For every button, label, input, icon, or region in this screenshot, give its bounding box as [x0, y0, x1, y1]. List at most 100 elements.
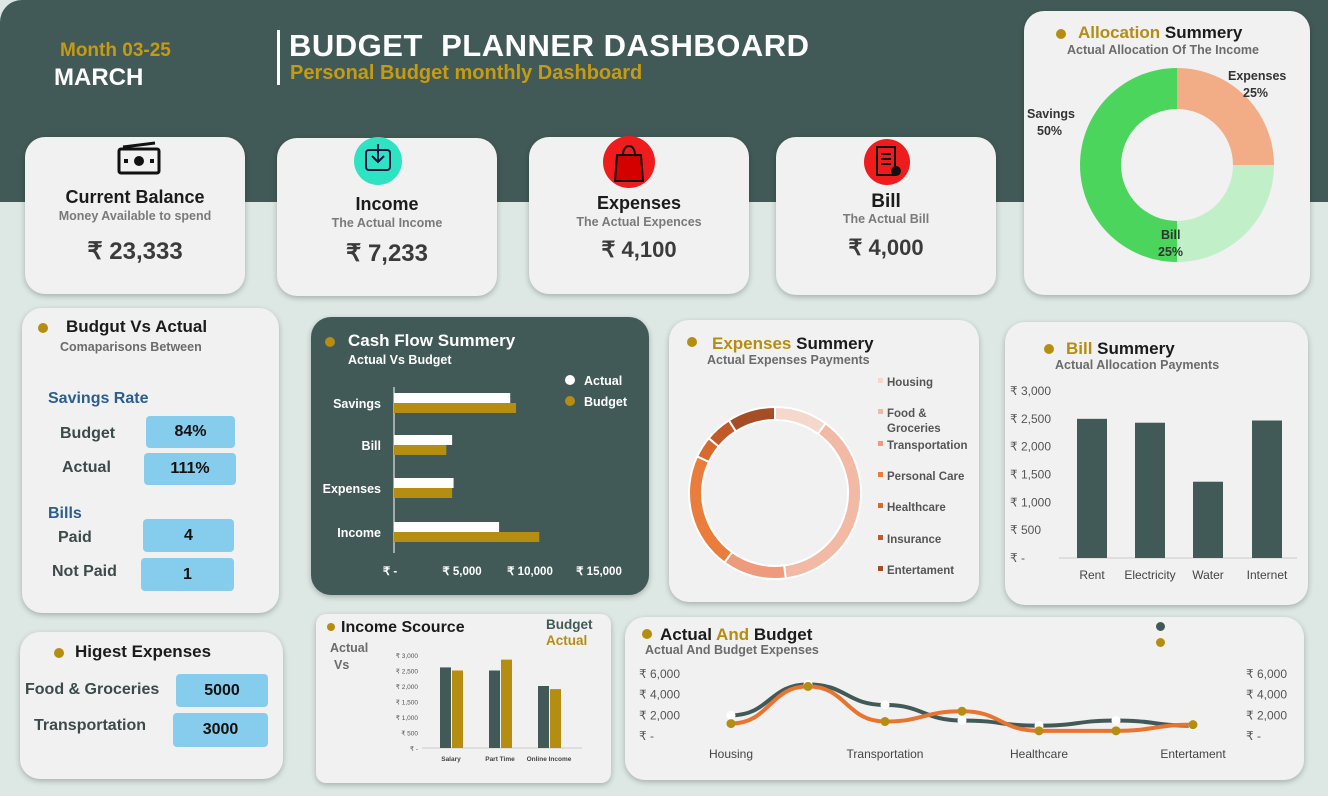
bill-bar-chart: ₹ 3,000 ₹ 2,500 ₹ 2,000 ₹ 1,500 ₹ 1,000 ₹ 500…	[1010, 384, 1297, 582]
x-tick-label: Salary	[441, 756, 461, 763]
kpi-title: Current Balance	[65, 187, 205, 207]
paid-label: Paid	[58, 529, 92, 546]
kpi-subtitle: Money Available to spend	[58, 209, 212, 223]
income-source-bar-chart: ₹ 3,000 ₹ 2,500 ₹ 2,000 ₹ 1,500 ₹ 1,000 ₹ 500…	[396, 652, 582, 763]
y-tick-label: ₹ 2,500	[1010, 412, 1051, 426]
legend-swatch	[878, 535, 883, 540]
kpi-subtitle: The Actual Income	[331, 216, 443, 230]
legend-label: Food &	[887, 408, 927, 420]
bar-actual	[394, 393, 511, 403]
alloc-bill-pct: 25%	[1158, 245, 1184, 259]
y-tick-label-left: ₹ 2,000	[639, 708, 680, 722]
bullet-dot	[54, 648, 64, 658]
income-download-icon	[354, 137, 402, 185]
not-paid-label: Not Paid	[52, 563, 117, 580]
legend-budget-swatch	[565, 396, 575, 406]
bva-subtitle: Comaparisons Between	[60, 340, 202, 354]
kpi-title: Income	[355, 194, 419, 214]
bar	[1252, 420, 1282, 558]
y-tick-label: ₹ 1,000	[1010, 495, 1051, 509]
series-point-2	[957, 706, 967, 716]
bar-budget	[394, 488, 453, 498]
donut-slice-housing	[774, 405, 827, 436]
category-label: Bill	[362, 439, 381, 453]
bar-actual	[394, 478, 454, 488]
bills-label: Bills	[48, 505, 82, 522]
bar-budget	[394, 403, 517, 413]
month-name: MARCH	[54, 64, 144, 91]
kpi-subtitle: The Actual Bill	[842, 212, 930, 226]
x-tick-label: Part Time	[485, 756, 515, 763]
series-point-1	[880, 700, 890, 710]
series-point-2	[880, 717, 890, 727]
legend-label: Transportation	[887, 440, 968, 452]
y-tick-label-left: ₹ -	[639, 729, 654, 743]
y-tick-label-right: ₹ 4,000	[1246, 688, 1287, 702]
actual-label: Actual	[62, 459, 111, 476]
y-tick-label-right: ₹ -	[1246, 729, 1261, 743]
donut-slice-personal-care	[688, 455, 734, 564]
y-tick-label: ₹ 2,000	[396, 683, 419, 691]
alloc-savings-label: Savings	[1027, 107, 1075, 121]
y-tick-label-left: ₹ 4,000	[639, 688, 680, 702]
alloc-expenses-label: Expenses	[1228, 69, 1287, 83]
actual-and-budget-card: Actual And Budget Actual And Budget Expe…	[625, 617, 1304, 780]
budget-savings-rate-value: 84%	[146, 416, 235, 448]
bar-actual	[489, 670, 500, 748]
month-code: Month 03-25	[60, 40, 171, 61]
y-tick-label: ₹ 3,000	[1010, 384, 1051, 398]
y-tick-label: ₹ 1,500	[396, 699, 419, 707]
highest-item-label: Food & Groceries	[25, 681, 160, 698]
bar-actual	[538, 686, 549, 748]
budget-label: Budget	[60, 425, 116, 442]
dashboard-title: BUDGET PLANNER DASHBOARD	[289, 28, 810, 63]
bullet-dot	[38, 323, 48, 333]
kpi-card-bill: Bill The Actual Bill ₹ 4,000	[776, 137, 996, 295]
bar-budget	[452, 670, 463, 748]
donut-slice-bill	[1177, 165, 1274, 262]
kpi-card-expenses: Expenses The Actual Expences ₹ 4,100	[529, 136, 749, 294]
y-tick-label: ₹ -	[1010, 551, 1025, 565]
legend-swatch	[878, 441, 883, 446]
kpi-card-income: Income The Actual Income ₹ 7,233	[277, 137, 497, 296]
series-point-2	[1034, 726, 1044, 736]
legend-budget-label: Budget	[584, 395, 628, 409]
x-tick-label: Online Income	[527, 756, 572, 763]
y-tick-label: ₹ 2,500	[396, 668, 419, 676]
legend-swatch	[878, 503, 883, 508]
cash-icon	[117, 141, 161, 175]
donut-slice-transportation	[723, 550, 787, 580]
legend-label: Housing	[887, 377, 933, 389]
y-tick-label: ₹ 1,500	[1010, 468, 1051, 482]
legend-label: Healthcare	[887, 502, 946, 514]
category-label: Income	[337, 526, 381, 540]
legend-actual-label: Actual	[584, 374, 622, 388]
bar-budget	[501, 659, 512, 748]
donut-slice-entertament	[727, 405, 776, 433]
series-point-2	[803, 681, 813, 691]
legend-swatch	[878, 566, 883, 571]
kpi-title: Bill	[871, 191, 901, 212]
kpi-value: ₹ 4,100	[601, 237, 677, 262]
category-label: Savings	[333, 397, 381, 411]
legend-swatch	[878, 472, 883, 477]
bar-actual	[440, 667, 451, 748]
kpi-subtitle: The Actual Expences	[576, 215, 702, 229]
x-tick-label: Housing	[709, 747, 753, 761]
legend-label: Entertament	[887, 565, 954, 577]
savings-rate-label: Savings Rate	[48, 390, 149, 407]
kpi-value: ₹ 4,000	[848, 235, 924, 260]
series-point-2	[1188, 720, 1198, 730]
x-tick-label: Healthcare	[1010, 747, 1068, 761]
x-tick-label: Rent	[1079, 568, 1105, 582]
kpi-value: ₹ 7,233	[346, 240, 428, 267]
shopping-bag-icon	[603, 136, 655, 188]
highest-item-value: 5000	[176, 674, 268, 707]
kpi-card-current-balance: Current Balance Money Available to spend…	[25, 137, 245, 294]
expenses-summary-card: Expenses Summery Actual Expenses Payment…	[669, 320, 979, 602]
dashboard-subtitle: Personal Budget monthly Dashboard	[290, 62, 643, 84]
kpi-title: Expenses	[596, 193, 682, 213]
legend-label: Insurance	[887, 534, 941, 546]
y-tick-label: ₹ 2,000	[1010, 440, 1051, 454]
y-tick-label: ₹ 500	[401, 730, 418, 738]
